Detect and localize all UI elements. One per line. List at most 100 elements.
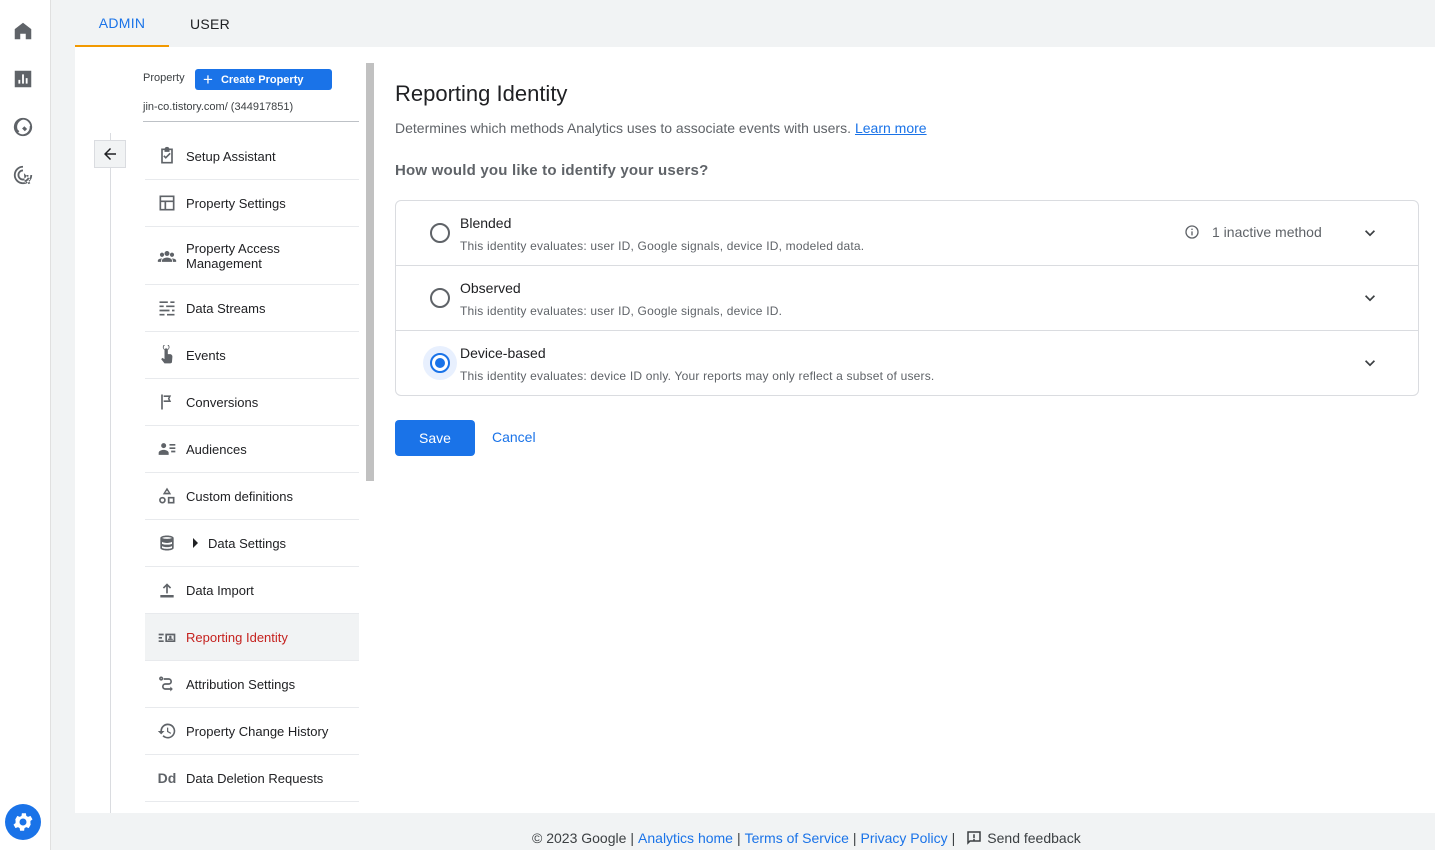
identity-options: Blended This identity evaluates: user ID… (395, 200, 1419, 396)
top-tabs: ADMIN USER (51, 0, 1435, 47)
chevron-down-icon[interactable] (1360, 353, 1380, 373)
nav-label: Property Change History (186, 723, 329, 739)
inactive-method-label: 1 inactive method (1212, 224, 1322, 240)
option-title: Device-based (460, 345, 546, 361)
nav-label: Events (186, 347, 226, 363)
nav-label: Conversions (186, 394, 259, 410)
touch-icon (149, 345, 185, 365)
option-observed[interactable]: Observed This identity evaluates: user I… (396, 266, 1418, 331)
radio-device-based[interactable] (430, 353, 450, 373)
tab-user[interactable]: USER (169, 0, 251, 47)
nav-divider-line (110, 133, 111, 813)
footer-separator: | (736, 830, 741, 846)
identify-question: How would you like to identify your user… (395, 162, 709, 179)
property-label: Property (143, 72, 185, 84)
option-description: This identity evaluates: device ID only.… (460, 369, 935, 383)
home-icon[interactable] (11, 19, 35, 43)
footer-separator: | (852, 830, 857, 846)
nav-item-data-streams[interactable]: Data Streams (145, 285, 359, 332)
description-text: Determines which methods Analytics uses … (395, 120, 851, 136)
nav-item-data-import[interactable]: Data Import (145, 567, 359, 614)
nav-item-custom-definitions[interactable]: Custom definitions (145, 473, 359, 520)
footer-separator: | (951, 830, 956, 846)
tab-admin[interactable]: ADMIN (75, 0, 169, 47)
nav-item-setup-assistant[interactable]: Setup Assistant (145, 133, 359, 180)
nav-item-audiences[interactable]: Audiences (145, 426, 359, 473)
send-feedback-link[interactable]: Send feedback (987, 830, 1080, 846)
option-description: This identity evaluates: user ID, Google… (460, 304, 783, 318)
nav-label: Property Access Management (186, 240, 280, 271)
learn-more-link[interactable]: Learn more (855, 120, 927, 136)
attribution-icon (149, 674, 185, 694)
streams-icon (149, 298, 185, 318)
nav-item-property-settings[interactable]: Property Settings (145, 180, 359, 227)
nav-label: Data Deletion Requests (186, 770, 324, 786)
copyright-text: © 2023 Google (532, 830, 627, 846)
save-button[interactable]: Save (395, 420, 475, 456)
nav-item-events[interactable]: Events (145, 332, 359, 379)
layout-icon (149, 193, 185, 213)
checklist-icon (149, 146, 185, 166)
option-title: Blended (460, 215, 512, 231)
nav-label: Property Settings (186, 195, 286, 211)
nav-label: Data Settings (208, 535, 287, 551)
main-panel: Reporting Identity Determines which meth… (395, 47, 1435, 813)
analytics-home-link[interactable]: Analytics home (638, 830, 733, 846)
radio-observed[interactable] (430, 288, 450, 308)
page-description: Determines which methods Analytics uses … (395, 120, 927, 136)
flag-icon (149, 392, 185, 412)
nav-item-property-access-management[interactable]: Property Access Management (145, 227, 359, 285)
page-title: Reporting Identity (395, 81, 568, 106)
audience-icon (149, 439, 185, 459)
cancel-button[interactable]: Cancel (492, 429, 536, 445)
option-description: This identity evaluates: user ID, Google… (460, 239, 865, 253)
nav-item-attribution-settings[interactable]: Attribution Settings (145, 661, 359, 708)
shapes-icon (149, 486, 185, 506)
option-title: Observed (460, 280, 521, 296)
nav-item-data-settings[interactable]: Data Settings (145, 520, 359, 567)
nav-label: Attribution Settings (186, 676, 296, 692)
content-area: Property + Create Property jin-co.tistor… (75, 47, 1435, 813)
option-blended[interactable]: Blended This identity evaluates: user ID… (396, 201, 1418, 266)
feedback-icon[interactable] (965, 829, 983, 847)
option-device-based[interactable]: Device-based This identity evaluates: de… (396, 331, 1418, 396)
nav-label: Data Streams (186, 300, 266, 316)
database-icon (149, 533, 185, 553)
footer-separator: | (630, 830, 635, 846)
identity-icon (149, 627, 185, 647)
create-property-button[interactable]: + Create Property (195, 69, 332, 90)
info-icon (1184, 224, 1200, 240)
people-icon (149, 246, 185, 266)
nav-scrollbar[interactable] (366, 63, 374, 481)
nav-label: Custom definitions (186, 488, 293, 504)
property-divider (143, 121, 359, 122)
back-button[interactable] (94, 140, 126, 168)
arrow-left-icon (104, 148, 116, 160)
radio-blended[interactable] (430, 223, 450, 243)
inactive-method-note: 1 inactive method (1184, 224, 1322, 240)
dd-icon: Dd (157, 770, 177, 786)
reports-icon[interactable] (11, 67, 35, 91)
nav-item-reporting-identity[interactable]: Reporting Identity (145, 614, 359, 661)
nav-label: Setup Assistant (186, 148, 276, 164)
property-name[interactable]: jin-co.tistory.com/ (344917851) (143, 101, 293, 113)
admin-nav: Property + Create Property jin-co.tistor… (75, 47, 375, 813)
chevron-down-icon[interactable] (1360, 223, 1380, 243)
terms-link[interactable]: Terms of Service (745, 830, 849, 846)
footer: © 2023 Google | Analytics home | Terms o… (532, 829, 1081, 847)
nav-label: Data Import (186, 582, 254, 598)
explore-icon[interactable] (11, 115, 35, 139)
nav-label: Reporting Identity (186, 629, 288, 645)
privacy-link[interactable]: Privacy Policy (861, 830, 948, 846)
settings-icon[interactable] (5, 804, 41, 840)
upload-icon (149, 580, 185, 600)
left-rail (0, 0, 51, 850)
nav-item-data-deletion-requests[interactable]: Dd Data Deletion Requests (145, 755, 359, 802)
create-property-label: Create Property (220, 73, 304, 86)
nav-item-property-change-history[interactable]: Property Change History (145, 708, 359, 755)
nav-item-conversions[interactable]: Conversions (145, 379, 359, 426)
advertising-icon[interactable] (11, 163, 35, 187)
expand-caret-icon[interactable] (193, 538, 198, 548)
history-icon (149, 721, 185, 741)
chevron-down-icon[interactable] (1360, 288, 1380, 308)
